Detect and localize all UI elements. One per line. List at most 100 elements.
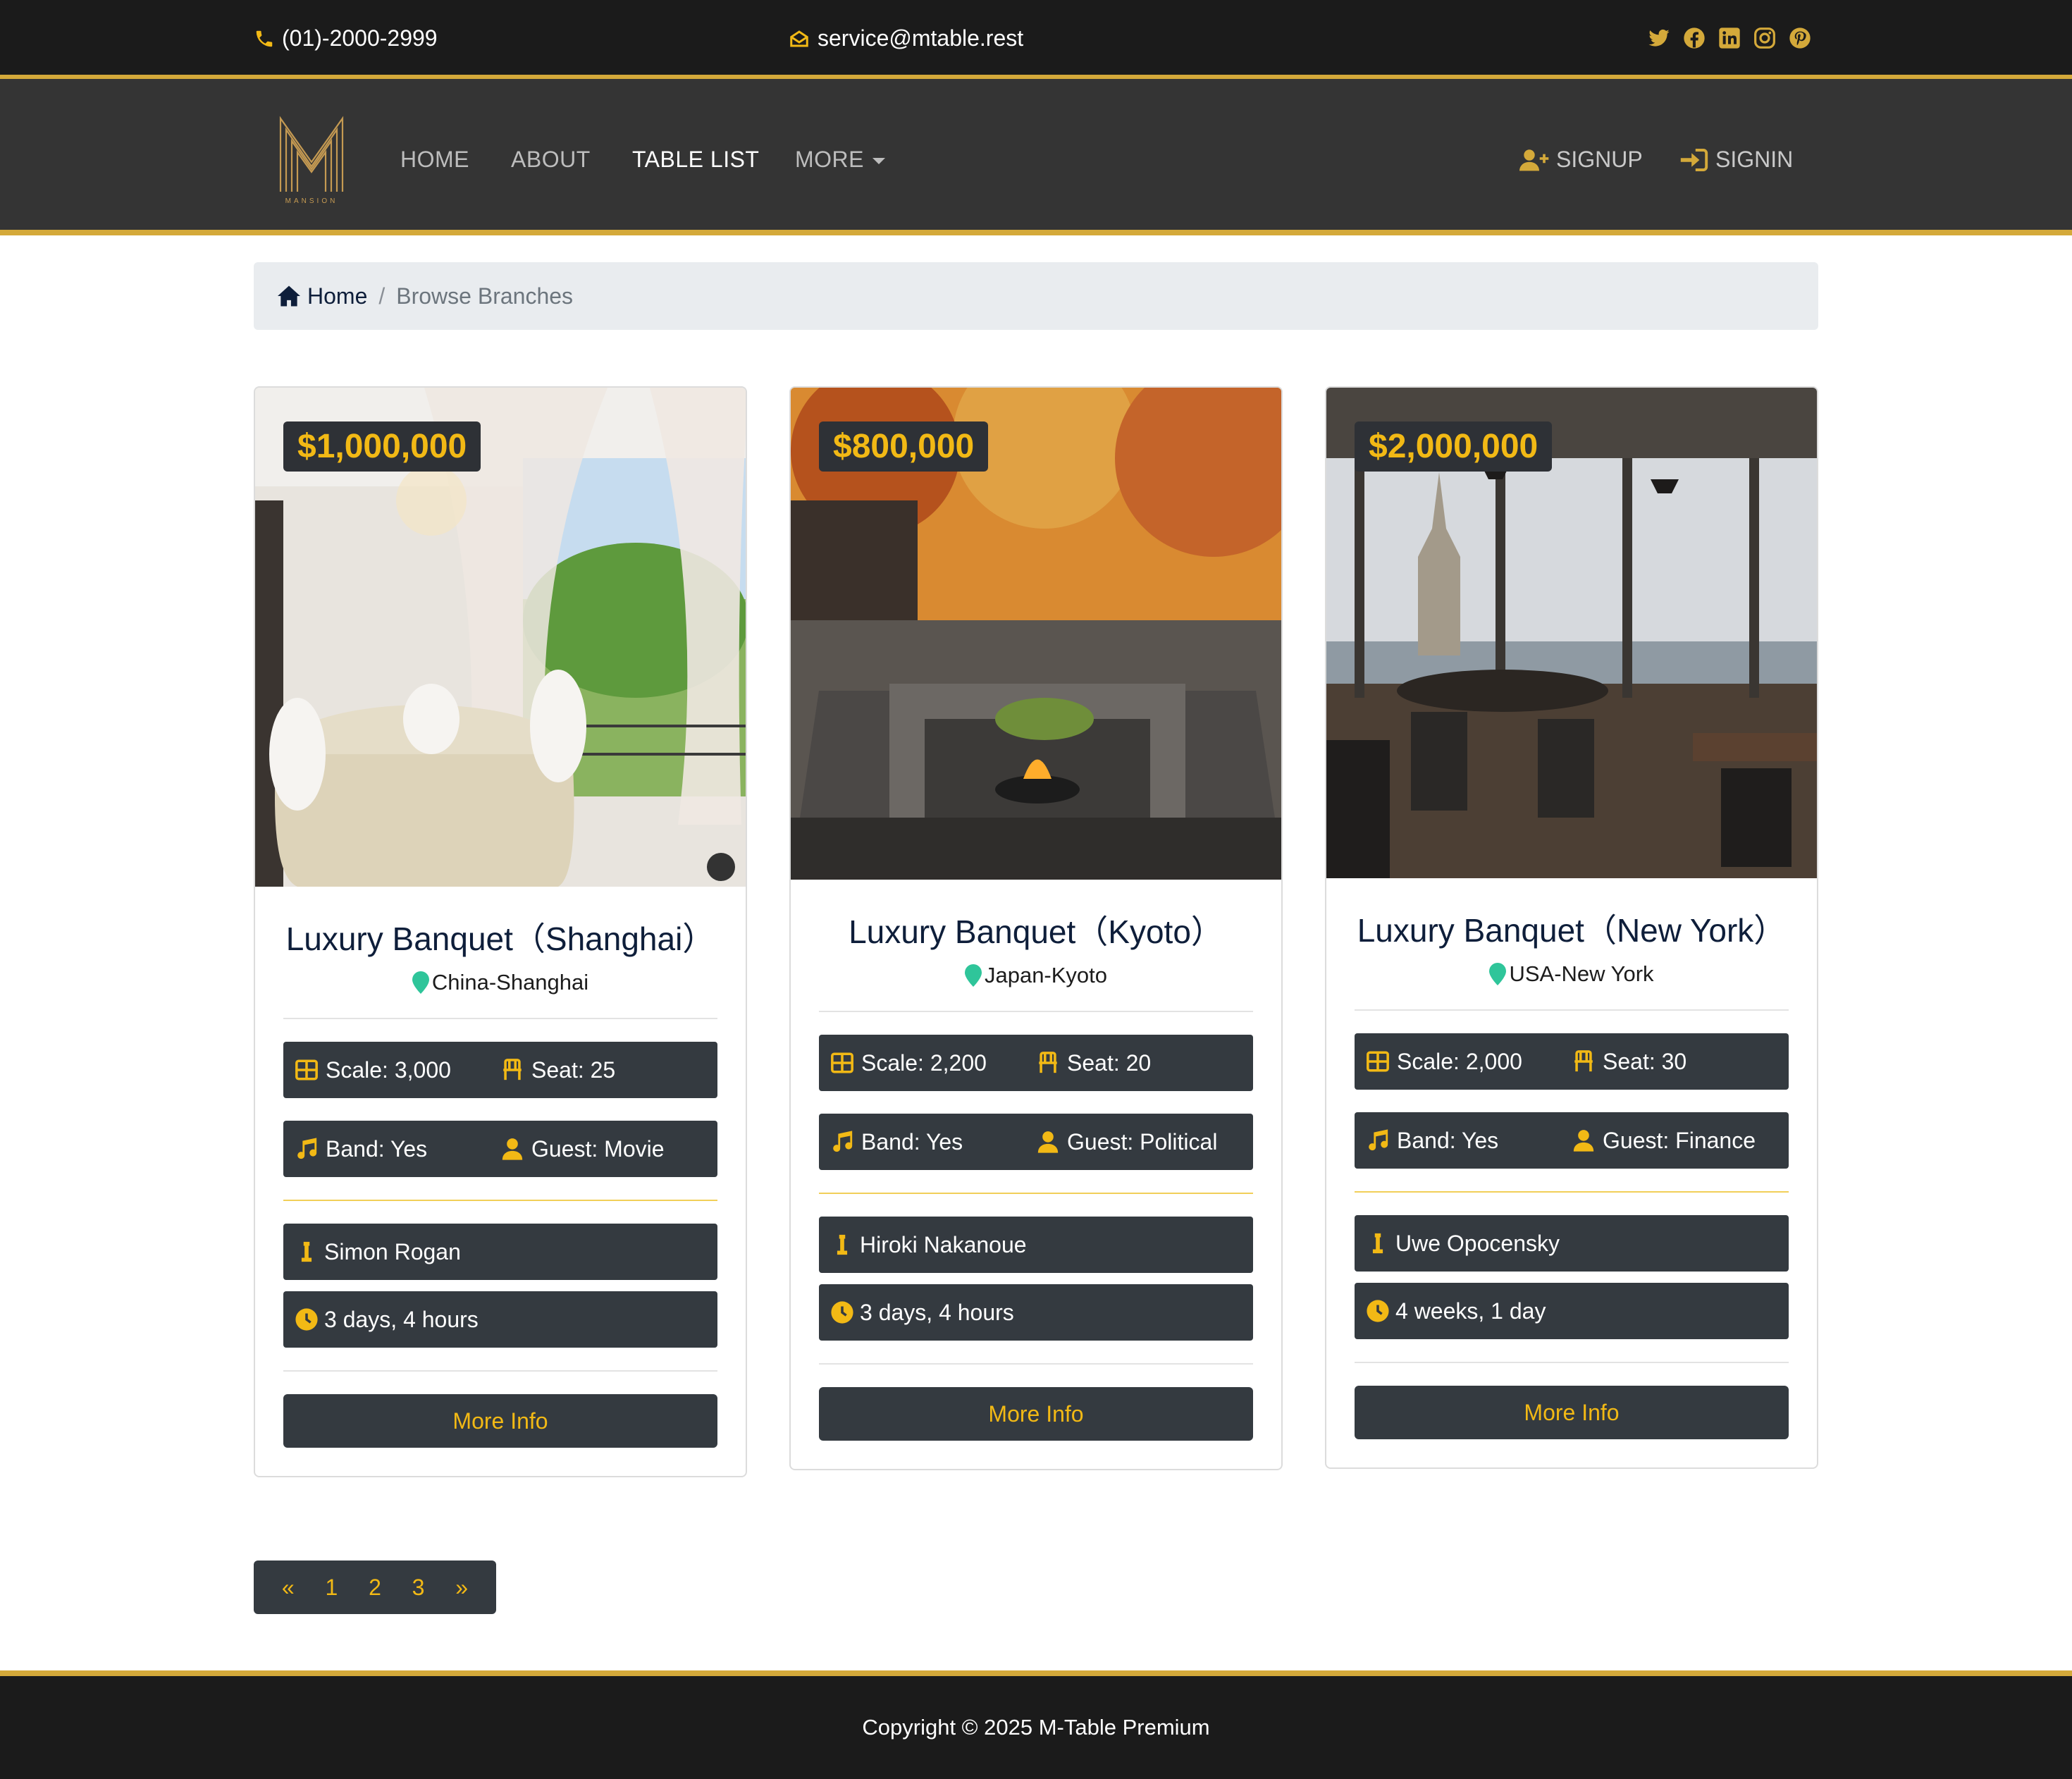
pagination-page-2[interactable]: 2 (369, 1575, 381, 1601)
chef-row: Hiroki Nakanoue (819, 1217, 1253, 1273)
gold-divider (1355, 1191, 1789, 1193)
branch-card-new-york: $2,000,000 Luxury Banquet（New York） USA-… (1325, 386, 1818, 1469)
band-stat: Band: Yes (1366, 1128, 1572, 1154)
chair-icon (1574, 1050, 1593, 1072)
map-pin-icon (1489, 963, 1507, 985)
banquet-photo[interactable]: $800,000 (791, 388, 1281, 880)
card-title[interactable]: Luxury Banquet（Kyoto） (819, 906, 1253, 953)
time-remaining: 3 days, 4 hours (860, 1299, 1014, 1325)
pagination-next[interactable]: » (455, 1575, 468, 1601)
social-links (1648, 27, 1811, 49)
divider (1355, 1009, 1789, 1011)
table-grid-icon (1367, 1051, 1389, 1072)
divider (819, 1363, 1253, 1365)
pagination-prev[interactable]: « (282, 1575, 295, 1601)
nav-about[interactable]: ABOUT (511, 147, 591, 173)
guest-label: Guest: Political (1067, 1128, 1218, 1155)
band-label: Band: Yes (861, 1128, 963, 1155)
email-contact[interactable]: service@mtable.rest (788, 25, 1023, 51)
seat-stat: Seat: 20 (1036, 1050, 1242, 1076)
pagination-page-3[interactable]: 3 (412, 1575, 425, 1601)
seat-label: Seat: 30 (1603, 1048, 1687, 1074)
guest-stat: Guest: Political (1036, 1129, 1242, 1155)
pinterest-icon[interactable] (1789, 27, 1811, 49)
facebook-icon[interactable] (1683, 27, 1706, 49)
banquet-photo[interactable]: $2,000,000 (1326, 388, 1817, 878)
more-info-button[interactable]: More Info (819, 1387, 1253, 1441)
nav-table-list[interactable]: TABLE LIST (632, 147, 759, 173)
twitter-icon[interactable] (1648, 27, 1670, 49)
chef-icon (1372, 1233, 1383, 1254)
signin-label: SIGNIN (1715, 147, 1794, 172)
chef-icon (301, 1241, 312, 1262)
user-icon (1037, 1131, 1059, 1153)
band-label: Band: Yes (326, 1135, 428, 1162)
footer: Copyright © 2025 M-Table Premium (0, 1670, 2072, 1779)
more-info-button[interactable]: More Info (1355, 1386, 1789, 1439)
location-label: Japan-Kyoto (984, 963, 1108, 987)
location-label: USA-New York (1509, 961, 1654, 986)
more-info-button[interactable]: More Info (283, 1394, 717, 1448)
chair-icon (1039, 1052, 1057, 1073)
divider (1355, 1362, 1789, 1363)
table-grid-icon (295, 1059, 318, 1081)
mansion-logo[interactable]: MANSION (276, 113, 347, 204)
scale-label: Scale: 2,000 (1397, 1048, 1522, 1074)
nav-more-dropdown[interactable]: MORE (795, 147, 885, 173)
breadcrumb-home-label: Home (307, 283, 368, 309)
scale-label: Scale: 2,200 (861, 1049, 987, 1076)
caret-down-icon (872, 158, 885, 164)
table-grid-icon (831, 1052, 853, 1073)
music-icon (1369, 1129, 1388, 1151)
clock-icon (831, 1301, 853, 1324)
chef-row: Simon Rogan (283, 1224, 717, 1280)
breadcrumb-home[interactable]: Home (276, 283, 367, 309)
pagination: « 1 2 3 » (254, 1561, 496, 1614)
stats-row-scale-seat: Scale: 2,200 Seat: 20 (819, 1035, 1253, 1091)
signin-link[interactable]: SIGNIN (1679, 147, 1793, 173)
music-icon (297, 1138, 317, 1159)
phone-contact[interactable]: (01)-2000-2999 (254, 25, 438, 51)
time-row: 4 weeks, 1 day (1355, 1283, 1789, 1339)
band-stat: Band: Yes (830, 1129, 1036, 1155)
chef-name: Uwe Opocensky (1395, 1230, 1560, 1256)
time-remaining: 4 weeks, 1 day (1395, 1298, 1546, 1324)
pagination-page-1[interactable]: 1 (325, 1575, 338, 1601)
gold-divider (283, 1200, 717, 1201)
signup-label: SIGNUP (1556, 147, 1643, 172)
map-pin-icon (964, 964, 982, 987)
seat-stat: Seat: 25 (500, 1057, 706, 1083)
signup-link[interactable]: SIGNUP (1519, 147, 1643, 173)
card-title[interactable]: Luxury Banquet（New York） (1355, 905, 1789, 952)
banquet-photo[interactable]: $1,000,000 (255, 388, 746, 887)
scale-stat: Scale: 2,200 (830, 1050, 1036, 1076)
top-contact-bar: (01)-2000-2999 service@mtable.rest (0, 0, 2072, 79)
time-row: 3 days, 4 hours (819, 1284, 1253, 1341)
seat-label: Seat: 20 (1067, 1049, 1152, 1076)
instagram-icon[interactable] (1753, 27, 1776, 49)
home-icon (278, 285, 300, 307)
band-label: Band: Yes (1397, 1127, 1499, 1153)
envelope-open-icon (790, 30, 808, 47)
branch-card-kyoto: $800,000 Luxury Banquet（Kyoto） Japan-Kyo… (789, 386, 1283, 1470)
card-title[interactable]: Luxury Banquet（Shanghai） (283, 913, 717, 960)
phone-icon (256, 30, 273, 47)
location-label: China-Shanghai (431, 970, 589, 995)
clock-icon (1367, 1300, 1389, 1322)
nav-home[interactable]: HOME (400, 147, 469, 173)
linkedin-icon[interactable] (1718, 27, 1741, 49)
chef-icon (837, 1234, 848, 1255)
stats-row-scale-seat: Scale: 2,000 Seat: 30 (1355, 1033, 1789, 1090)
breadcrumb: Home / Browse Branches (254, 262, 1818, 330)
seat-label: Seat: 25 (531, 1057, 616, 1083)
divider (283, 1370, 717, 1372)
guest-label: Guest: Movie (531, 1135, 665, 1162)
location: Japan-Kyoto (819, 963, 1253, 988)
copyright-text: Copyright © 2025 M-Table Premium (862, 1715, 1210, 1740)
phone-number: (01)-2000-2999 (282, 25, 438, 51)
chef-name: Simon Rogan (324, 1238, 461, 1264)
guest-stat: Guest: Finance (1572, 1128, 1777, 1154)
clock-icon (295, 1308, 318, 1331)
band-stat: Band: Yes (295, 1136, 500, 1162)
time-remaining: 3 days, 4 hours (324, 1306, 479, 1332)
